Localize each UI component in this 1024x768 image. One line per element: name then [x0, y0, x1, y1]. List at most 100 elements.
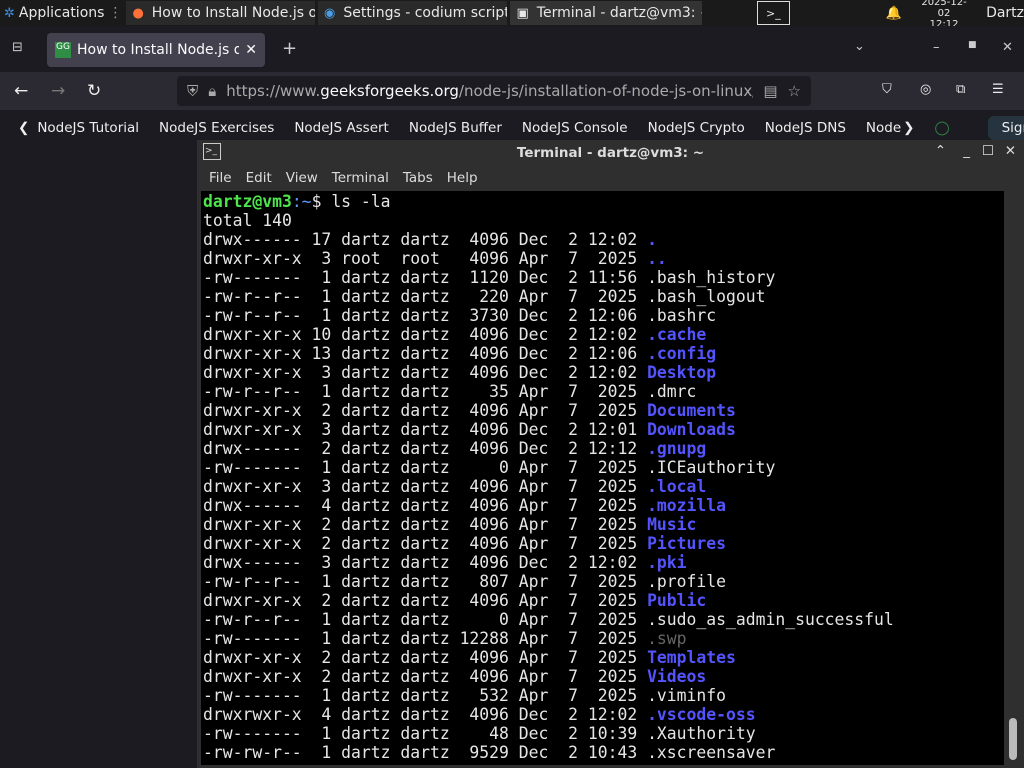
nav-item[interactable]: NodeJS Crypto [648, 120, 745, 136]
file-meta: drwx------ 4 dartz dartz 4096 Apr 7 2025 [203, 496, 648, 515]
file-name: .mozilla [647, 496, 727, 515]
window-title: Terminal - dartz@vm3: ~ [536, 5, 702, 21]
nav-item[interactable]: NodeJS Tutorial [37, 120, 139, 136]
nav-item[interactable]: NodeJS Assert [294, 120, 389, 136]
nav-next-icon[interactable]: ❯ [903, 120, 914, 136]
listing-row: -rw-r--r-- 1 dartz dartz 35 Apr 7 2025 .… [203, 382, 1002, 401]
browser-tab[interactable]: GG How to Install Node.js or ✕ [47, 33, 265, 67]
url-bar[interactable]: ⛨ 🔒︎ https://www.geeksforgeeks.org/node-… [177, 76, 811, 106]
back-icon[interactable]: ← [14, 81, 28, 101]
file-meta: drwx------ 2 dartz dartz 4096 Dec 2 12:1… [203, 439, 648, 458]
taskbar-window-terminal[interactable]: ▣ Terminal - dartz@vm3: ~ [510, 1, 702, 25]
tracking-shield-icon[interactable]: ⛨ [187, 82, 198, 100]
file-name: .bash_history [647, 268, 776, 287]
file-name: .ICEauthority [647, 458, 776, 477]
maximize-icon[interactable]: ☐ [982, 143, 994, 159]
file-name: Music [647, 515, 697, 534]
file-name: .viminfo [647, 686, 727, 705]
reload-icon[interactable]: ↻ [87, 81, 101, 101]
file-name: .. [647, 249, 667, 268]
account-icon[interactable]: ◎ [920, 82, 931, 97]
listing-row: drwx------ 3 dartz dartz 4096 Dec 2 12:0… [203, 553, 1002, 572]
minimize-icon[interactable]: – [933, 40, 940, 55]
close-icon[interactable]: ✕ [1005, 143, 1016, 159]
file-meta: drwx------ 17 dartz dartz 4096 Dec 2 12:… [203, 230, 648, 249]
firefox-icon: ● [132, 5, 144, 21]
menu-tabs[interactable]: Tabs [403, 170, 433, 186]
file-name: .xscreensaver [647, 743, 776, 762]
sign-in-button[interactable]: Sign In [987, 116, 1024, 140]
file-meta: -rw-r--r-- 1 dartz dartz 220 Apr 7 2025 [203, 287, 648, 306]
terminal-launcher-icon[interactable]: >_ [756, 1, 790, 25]
menu-help[interactable]: Help [447, 170, 478, 186]
file-name: Downloads [647, 420, 736, 439]
nav-item[interactable]: NodeJS DNS [765, 120, 846, 136]
close-icon[interactable]: ✕ [1002, 40, 1013, 55]
forward-icon[interactable]: → [51, 81, 65, 101]
terminal-scrollbar[interactable] [1007, 191, 1019, 765]
file-name: .gnupg [647, 439, 707, 458]
file-name: .sudo_as_admin_successful [647, 610, 894, 629]
terminal-output[interactable]: dartz@vm3:~$ ls -la total 140 drwx------ 1… [201, 191, 1004, 765]
file-meta: drwxr-xr-x 2 dartz dartz 4096 Apr 7 2025 [203, 591, 648, 610]
listing-row: drwxr-xr-x 3 root root 4096 Apr 7 2025 .… [203, 249, 1002, 268]
bookmark-star-icon[interactable]: ☆ [788, 82, 801, 100]
window-title: Settings - codium script... [343, 5, 508, 21]
file-name: .profile [647, 572, 727, 591]
nav-prev-icon[interactable]: ❮ [18, 120, 29, 136]
file-meta: drwxr-xr-x 2 dartz dartz 4096 Apr 7 2025 [203, 534, 648, 553]
menu-file[interactable]: File [209, 170, 232, 186]
file-meta: drwxr-xr-x 3 root root 4096 Apr 7 2025 [203, 249, 648, 268]
scrollbar-thumb[interactable] [1009, 718, 1017, 760]
file-name: Pictures [647, 534, 727, 553]
listing-row: -rw------- 1 dartz dartz 1120 Dec 2 11:5… [203, 268, 1002, 287]
reader-view-icon[interactable]: ▤ [763, 82, 777, 100]
listing-row: drwxr-xr-x 2 dartz dartz 4096 Apr 7 2025… [203, 667, 1002, 686]
file-name: Public [647, 591, 707, 610]
url-text[interactable]: https://www.geeksforgeeks.org/node-js/in… [226, 82, 753, 100]
file-name: Desktop [647, 363, 717, 382]
menu-view[interactable]: View [286, 170, 318, 186]
maximize-icon[interactable]: ■ [968, 40, 977, 50]
applications-menu[interactable]: ✲ Applications ⋮ [0, 0, 126, 26]
tab-list-icon[interactable]: ⊟ [12, 40, 23, 55]
taskbar-window-firefox[interactable]: ● How to Install Node.js o... [126, 1, 315, 25]
extensions-icon[interactable]: ⧉ [956, 82, 965, 97]
chevron-down-icon[interactable]: ⌄ [854, 39, 865, 54]
listing-row: drwxr-xr-x 2 dartz dartz 4096 Apr 7 2025… [203, 401, 1002, 420]
file-meta: drwxr-xr-x 3 dartz dartz 4096 Apr 7 2025 [203, 477, 648, 496]
file-name: .cache [647, 325, 707, 344]
new-tab-icon[interactable]: + [282, 38, 297, 59]
file-name: .Xauthority [647, 724, 756, 743]
roll-up-icon[interactable]: ⌃ [935, 143, 946, 159]
pocket-icon[interactable]: ⛉ [882, 82, 892, 97]
nav-item[interactable]: NodeJS Console [522, 120, 628, 136]
menu-edit[interactable]: Edit [246, 170, 272, 186]
notification-bell-icon[interactable]: 🔔 [886, 6, 902, 21]
clock-date: 2025-12-02 [921, 0, 967, 19]
file-name: .vscode-oss [647, 705, 756, 724]
file-name: .pki [647, 553, 687, 572]
lock-icon[interactable]: 🔒︎ [208, 82, 216, 100]
file-meta: drwxr-xr-x 2 dartz dartz 4096 Apr 7 2025 [203, 401, 648, 420]
tab-close-icon[interactable]: ✕ [245, 42, 257, 58]
terminal-titlebar[interactable]: >_ Terminal - dartz@vm3: ~ ⌃ _ ☐ ✕ [197, 140, 1024, 165]
file-meta: drwxr-xr-x 10 dartz dartz 4096 Dec 2 12:… [203, 325, 648, 344]
taskbar-window-codium[interactable]: ◉ Settings - codium script... [317, 1, 508, 25]
menu-icon[interactable]: ☰ [992, 82, 1004, 97]
search-icon[interactable]: ◯ [934, 120, 949, 136]
nav-item[interactable]: NodeJS Exercises [159, 120, 274, 136]
listing-row: drwxr-xr-x 3 dartz dartz 4096 Dec 2 12:0… [203, 363, 1002, 382]
menu-terminal[interactable]: Terminal [332, 170, 389, 186]
listing-row: drwxr-xr-x 2 dartz dartz 4096 Apr 7 2025… [203, 534, 1002, 553]
nav-item[interactable]: NodeJS Buffer [409, 120, 502, 136]
file-meta: drwxr-xr-x 3 dartz dartz 4096 Dec 2 12:0… [203, 420, 648, 439]
minimize-icon[interactable]: _ [963, 143, 970, 159]
listing-row: drwxr-xr-x 13 dartz dartz 4096 Dec 2 12:… [203, 344, 1002, 363]
prompt-user: dartz@vm3 [203, 192, 292, 211]
nav-item[interactable]: Node [866, 120, 901, 136]
listing-row: drwxr-xr-x 10 dartz dartz 4096 Dec 2 12:… [203, 325, 1002, 344]
user-menu[interactable]: Dartz [986, 5, 1024, 21]
url-prefix: https://www. [226, 82, 321, 100]
tab-title: How to Install Node.js or [77, 42, 240, 58]
